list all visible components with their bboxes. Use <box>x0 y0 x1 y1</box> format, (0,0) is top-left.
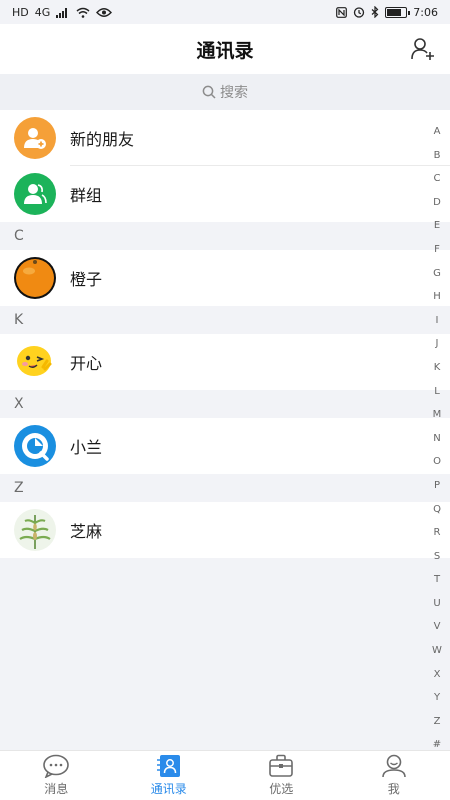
section-header-k: K <box>0 306 450 334</box>
status-right: 7:06 <box>336 6 438 19</box>
hd-indicator: HD <box>12 5 29 19</box>
index-letter[interactable]: J <box>436 332 439 356</box>
tab-contacts[interactable]: 通讯录 <box>113 751 226 800</box>
index-letter[interactable]: O <box>433 450 441 474</box>
new-friends-avatar <box>14 117 56 159</box>
contact-avatar-emoji <box>14 341 56 383</box>
refresh-logo-icon <box>22 433 49 461</box>
index-letter[interactable]: X <box>434 663 441 687</box>
contact-avatar-sesame <box>14 509 56 551</box>
index-letter[interactable]: F <box>434 238 440 262</box>
index-letter[interactable]: Z <box>434 710 441 734</box>
index-letter[interactable]: Y <box>434 686 440 710</box>
index-letter[interactable]: H <box>433 285 441 309</box>
contact-list: 新的朋友 群组 C 橙子 K 开心 X 小兰 Z 芝麻 <box>0 110 450 558</box>
tab-messages[interactable]: 消息 <box>0 751 113 800</box>
winking-face-icon <box>17 346 52 376</box>
section-header-c: C <box>0 222 450 250</box>
signal-icon <box>56 7 68 18</box>
index-letter[interactable]: S <box>434 545 440 569</box>
index-letter[interactable]: A <box>434 120 441 144</box>
index-letter[interactable]: R <box>434 521 441 545</box>
search-label: 搜索 <box>220 85 248 101</box>
section-header-x: X <box>0 390 450 418</box>
tab-label: 我 <box>387 782 400 796</box>
index-letter[interactable]: B <box>434 144 441 168</box>
orange-fruit-icon <box>16 259 54 297</box>
eye-icon <box>96 7 113 17</box>
index-letter[interactable]: K <box>434 356 441 380</box>
alphabet-index[interactable]: A B C D E F G H I J K L M N O P Q R S T U V W X Y Z # <box>428 120 446 757</box>
contact-item[interactable]: 芝麻 <box>0 502 450 558</box>
index-letter[interactable]: C <box>434 167 441 191</box>
index-letter[interactable]: I <box>436 309 439 333</box>
index-letter[interactable]: E <box>434 214 440 238</box>
bottom-tab-bar: 消息 通讯录 优选 我 <box>0 750 450 800</box>
nfc-icon <box>336 6 348 18</box>
contact-item[interactable]: 开心 <box>0 334 450 390</box>
tab-label: 通讯录 <box>150 782 187 796</box>
status-bar: HD 4G 7:06 <box>0 0 450 24</box>
wifi-icon <box>76 7 90 18</box>
new-friends-item[interactable]: 新的朋友 <box>0 110 450 166</box>
tab-label: 消息 <box>44 782 69 796</box>
groups-avatar <box>14 173 56 215</box>
alarm-icon <box>354 7 365 18</box>
briefcase-icon <box>269 754 294 777</box>
index-letter[interactable]: D <box>433 191 441 215</box>
index-letter[interactable]: W <box>432 639 442 663</box>
contact-avatar-orange <box>14 257 56 299</box>
contact-avatar-blue <box>14 425 56 467</box>
section-header-z: Z <box>0 474 450 502</box>
page-title: 通讯录 <box>196 39 254 62</box>
chat-bubble-icon <box>43 754 70 778</box>
index-letter[interactable]: T <box>434 568 440 592</box>
add-friend-icon[interactable] <box>410 36 436 62</box>
contacts-icon <box>156 755 180 777</box>
contact-name: 开心 <box>70 354 103 373</box>
battery-icon <box>385 6 411 18</box>
network-indicator: 4G <box>34 5 51 19</box>
header-bar: 通讯录 <box>0 24 450 74</box>
add-user-icon <box>24 128 46 149</box>
search-bar[interactable]: 搜索 <box>0 74 450 110</box>
group-icon <box>24 184 47 204</box>
sesame-plant-icon <box>19 515 51 549</box>
contact-name: 橙子 <box>70 270 103 289</box>
tab-label: 优选 <box>269 782 294 796</box>
new-friends-label: 新的朋友 <box>70 130 135 149</box>
contact-name: 小兰 <box>70 438 103 457</box>
bluetooth-icon <box>371 6 379 18</box>
contact-item[interactable]: 橙子 <box>0 250 450 306</box>
index-letter[interactable]: G <box>433 262 441 286</box>
groups-label: 群组 <box>70 186 103 205</box>
index-letter[interactable]: Q <box>433 498 441 522</box>
contact-name: 芝麻 <box>70 522 103 541</box>
index-letter[interactable]: N <box>433 427 440 451</box>
index-letter[interactable]: U <box>433 592 440 616</box>
search-icon <box>202 85 216 99</box>
index-letter[interactable]: M <box>433 403 442 427</box>
groups-item[interactable]: 群组 <box>0 166 450 222</box>
status-time: 7:06 <box>413 5 438 19</box>
index-letter[interactable]: P <box>434 474 440 498</box>
tab-featured[interactable]: 优选 <box>225 751 338 800</box>
contact-item[interactable]: 小兰 <box>0 418 450 474</box>
tab-me[interactable]: 我 <box>338 751 450 800</box>
index-letter[interactable]: V <box>434 615 441 639</box>
index-letter[interactable]: L <box>434 380 440 404</box>
status-left: HD 4G <box>12 5 113 19</box>
profile-icon <box>381 754 406 778</box>
